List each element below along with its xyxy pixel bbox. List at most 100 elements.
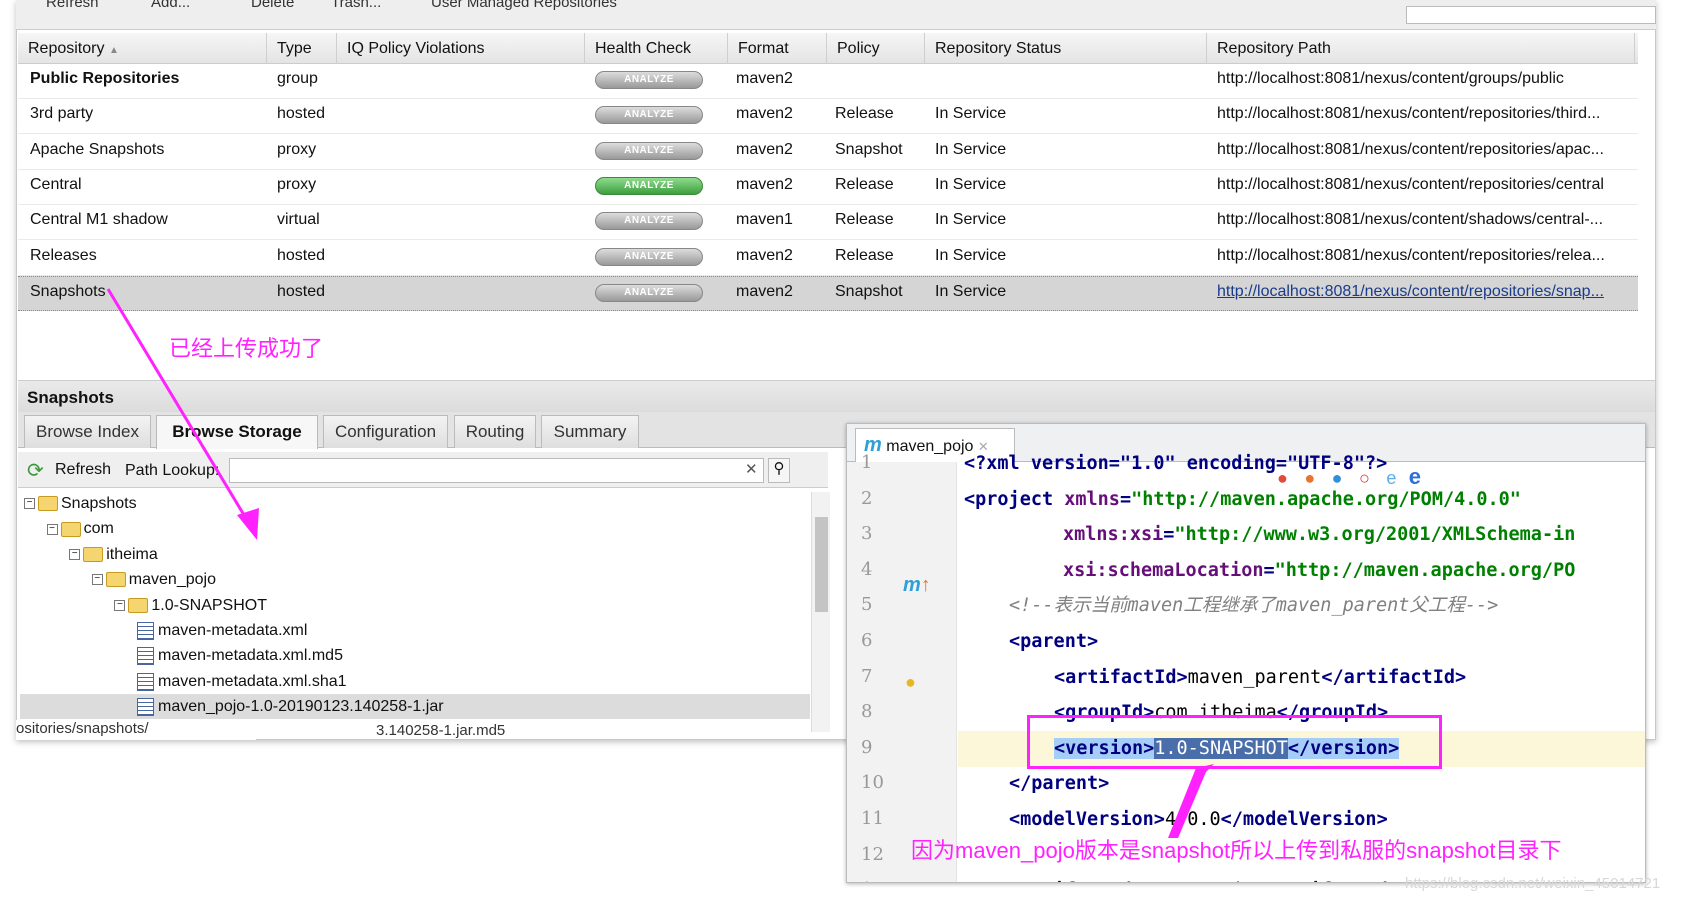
code-line[interactable]: <!--表示当前maven工程继承了maven_parent父工程--> <box>1009 588 1498 624</box>
analyze-button[interactable]: ANALYZE <box>595 71 703 89</box>
cell-format: maven2 <box>736 246 793 264</box>
cell-name: Public Repositories <box>30 70 180 87</box>
analyze-button[interactable]: ANALYZE <box>595 283 703 302</box>
col-policy[interactable]: Policy <box>827 33 925 64</box>
tree-node[interactable]: − com <box>46 516 114 541</box>
collapse-icon[interactable]: − <box>69 549 81 561</box>
collapse-icon[interactable]: − <box>24 498 35 510</box>
tree-node[interactable]: − Snapshots <box>24 491 137 516</box>
code-line[interactable]: <?xml version="1.0" encoding="UTF-8"?> <box>964 446 1387 482</box>
tab-summary[interactable]: Summary <box>541 415 639 448</box>
watermark: https://blog.csdn.net/weixin_45014721 <box>1405 875 1661 892</box>
tree-node[interactable]: maven-metadata.xml.md5 <box>137 643 343 668</box>
table-row[interactable]: Snapshots hosted maven2 Snapshot In Service h… <box>18 275 1638 312</box>
grid-header: Repository ▲ Type IQ Policy Violations H… <box>18 33 1638 64</box>
code-token: "http://www.w3.org/2001/XMLSchema-in <box>1174 524 1576 546</box>
col-format[interactable]: Format <box>728 33 827 64</box>
tree-node[interactable]: maven-metadata.xml.sha1 <box>137 669 347 694</box>
collapse-icon[interactable]: − <box>91 574 103 586</box>
cell-path[interactable]: http://localhost:8081/nexus/content/repo… <box>1217 170 1604 205</box>
panel-title: Snapshots <box>18 380 1655 412</box>
clear-icon[interactable]: ✕ <box>745 460 758 478</box>
cell-type: hosted <box>277 282 326 300</box>
file-icon <box>137 647 154 666</box>
add-button[interactable]: Add... <box>151 0 190 11</box>
table-row[interactable]: Public Repositories group maven2 http://loc… <box>18 64 1638 99</box>
code-token: <artifactId> <box>1054 666 1188 688</box>
code-line[interactable]: xsi:schemaLocation="http://maven.apache.… <box>1063 553 1575 589</box>
delete-button[interactable]: Delete <box>251 0 294 11</box>
code-line[interactable]: </parent> <box>1009 766 1109 802</box>
path-lookup-input[interactable] <box>229 458 764 483</box>
analyze-button[interactable]: ANALYZE <box>595 212 703 231</box>
table-row[interactable]: Central proxy maven2 Release In Service http:… <box>18 170 1638 205</box>
col-type[interactable]: Type <box>267 33 337 64</box>
cell-policy: Snapshot <box>835 140 903 158</box>
tree-node[interactable]: − itheima <box>69 542 158 567</box>
tree-node[interactable]: maven_pojo-1.0-20190123.140258-1.jar <box>20 694 810 720</box>
code-line[interactable]: <artifactId>maven_pojo</artifactId> <box>1009 873 1399 882</box>
collapse-icon[interactable]: − <box>114 599 126 611</box>
tree-node-label: maven_pojo-1.0-20190123.140258-1.jar <box>158 698 444 716</box>
code-token: "http://maven.apache.org/PO <box>1274 559 1576 581</box>
tree-node[interactable]: − maven_pojo <box>91 567 216 592</box>
cell-name: Central <box>30 175 82 193</box>
tree-node-label: Snapshots <box>61 495 137 512</box>
lightbulb-icon[interactable]: ● <box>905 672 916 693</box>
cell-path[interactable]: http://localhost:8081/nexus/content/repo… <box>1217 241 1605 276</box>
code-line[interactable]: <parent> <box>1009 624 1098 660</box>
code-token: <parent> <box>1009 631 1099 652</box>
line-number: 11 <box>861 808 884 829</box>
collapse-icon[interactable]: − <box>46 523 58 535</box>
scrollbar-thumb[interactable] <box>815 517 828 612</box>
maven-parent-icon[interactable]: m↑ <box>903 574 931 597</box>
cell-path[interactable]: http://localhost:8081/nexus/content/repo… <box>1217 99 1600 134</box>
cell-type: virtual <box>277 211 320 229</box>
trash-button[interactable]: Trash... <box>331 0 381 11</box>
cell-path[interactable]: http://localhost:8081/nexus/content/repo… <box>1217 277 1604 312</box>
code-token: "http://maven.apache.org/POM/4.0.0" <box>1131 488 1521 510</box>
refresh-button[interactable]: Refresh <box>55 461 111 479</box>
search-input[interactable] <box>1406 6 1656 24</box>
cell-path[interactable]: http://localhost:8081/nexus/content/grou… <box>1217 64 1564 99</box>
code-line[interactable]: <project xmlns="http://maven.apache.org/… <box>964 482 1521 518</box>
code-token: = <box>1263 559 1275 581</box>
line-number: 7 <box>861 665 873 687</box>
table-row[interactable]: Apache Snapshots proxy maven2 Snapshot In Se… <box>18 135 1638 170</box>
col-iq[interactable]: IQ Policy Violations <box>337 33 585 64</box>
tree-node[interactable]: − 1.0-SNAPSHOT <box>114 593 267 618</box>
analyze-button[interactable]: ANALYZE <box>595 141 703 160</box>
line-number: 6 <box>861 630 873 651</box>
tab-browse-index[interactable]: Browse Index <box>24 415 151 448</box>
file-icon <box>137 621 154 640</box>
search-icon[interactable]: ⚲ <box>768 458 790 483</box>
cell-path[interactable]: http://localhost:8081/nexus/content/shad… <box>1217 205 1603 240</box>
cell-name: Central M1 shadow <box>30 211 168 229</box>
code-token: <artifactId> <box>1009 880 1143 882</box>
tree-scrollbar[interactable] <box>811 492 830 732</box>
col-path[interactable]: Repository Path <box>1207 33 1635 64</box>
analyze-button[interactable]: ANALYZE <box>595 247 703 266</box>
tab-routing[interactable]: Routing <box>454 415 536 448</box>
folder-icon <box>105 572 126 588</box>
code-line[interactable]: xmlns:xsi="http://www.w3.org/2001/XMLSch… <box>1063 517 1575 553</box>
cell-type: proxy <box>277 140 317 158</box>
code-token: <project <box>964 488 1065 510</box>
col-health[interactable]: Health Check <box>585 33 728 64</box>
tab-configuration[interactable]: Configuration <box>323 415 448 448</box>
tab-browse-storage[interactable]: Browse Storage <box>156 415 318 449</box>
user-managed-repositories-toggle[interactable]: User Managed Repositories <box>431 0 617 11</box>
col-status[interactable]: Repository Status <box>925 33 1207 64</box>
table-row[interactable]: Central M1 shadow virtual maven1 Release In … <box>18 205 1638 241</box>
code-line[interactable]: <artifactId>maven_parent</artifactId> <box>1054 660 1466 696</box>
cell-status: In Service <box>935 211 1007 229</box>
table-row[interactable]: 3rd party hosted maven2 Release In Service ht… <box>18 99 1638 135</box>
tree-node[interactable]: maven-metadata.xml <box>137 618 307 643</box>
analyze-button[interactable]: ANALYZE <box>595 106 703 125</box>
cell-path[interactable]: http://localhost:8081/nexus/content/repo… <box>1217 135 1604 170</box>
cell-format: maven2 <box>736 105 793 123</box>
analyze-button[interactable]: ANALYZE <box>595 176 703 195</box>
table-row[interactable]: Releases hosted maven2 Release In Service htt… <box>18 241 1638 276</box>
col-repository[interactable]: Repository ▲ <box>18 33 267 64</box>
refresh-button[interactable]: Refresh <box>46 0 99 11</box>
